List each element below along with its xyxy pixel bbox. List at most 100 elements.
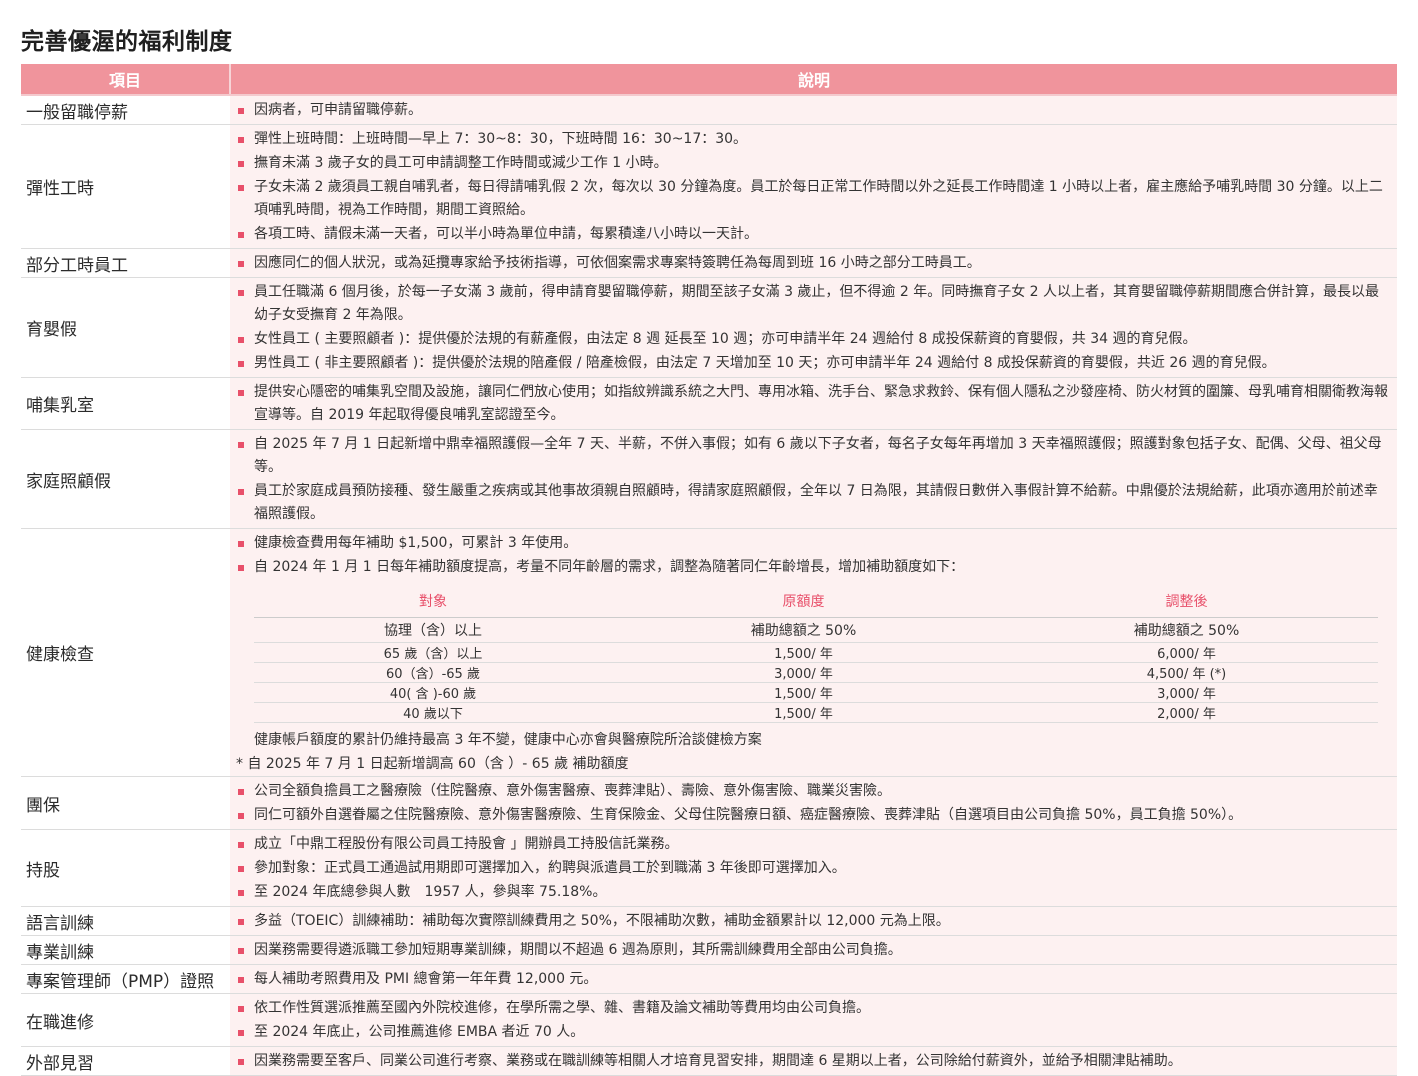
row-item-label: 持股 <box>21 829 230 907</box>
bullet-list: 員工任職滿 6 個月後，於每一子女滿 3 歲前，得申請育嬰留職停薪，期間至該子女… <box>236 281 1389 375</box>
bullet-item: 成立「中鼎工程股份有限公司員工持股會 」開辦員工持股信託業務。 <box>236 833 1389 856</box>
row-description: 多益（TOEIC）訓練補助：補助每次實際訓練費用之 50%，不限補助次數，補助金… <box>230 906 1397 936</box>
table-row: 持股 成立「中鼎工程股份有限公司員工持股會 」開辦員工持股信託業務。 參加對象：正式… <box>21 829 1397 907</box>
health-table-cell: 65 歲（含）以上 <box>254 642 612 663</box>
bullet-item: 撫育未滿 3 歲子女的員工可申請調整工作時間或減少工作 1 小時。 <box>236 152 1389 175</box>
health-table-header-cell: 原額度 <box>612 585 995 618</box>
health-table-cell: 1,500/ 年 <box>612 642 995 663</box>
row-description: 因業務需要至客戶、同業公司進行考察、業務或在職訓練等相關人才培育見習安排，期間達… <box>230 1046 1397 1076</box>
health-table-cell: 補助總額之 50% <box>612 617 995 643</box>
table-row: 育嬰假 員工任職滿 6 個月後，於每一子女滿 3 歲前，得申請育嬰留職停薪，期間至… <box>21 277 1397 378</box>
row-item-label: 家庭照顧假 <box>21 429 230 529</box>
row-description: 因應同仁的個人狀況，或為延攬專家給予技術指導，可依個案需求專案特簽聘任為每周到班… <box>230 248 1397 278</box>
health-table-cell: 協理（含）以上 <box>254 617 612 643</box>
health-table-cell: 40( 含 )-60 歲 <box>254 682 612 703</box>
bullet-item: 健康檢查費用每年補助 $1,500，可累計 3 年使用。 <box>236 532 1389 555</box>
page-title: 完善優渥的福利制度 <box>21 29 233 55</box>
bullet-item: 男性員工 ( 非主要照顧者 )：提供優於法規的陪產假 / 陪產檢假，由法定 7 … <box>236 352 1389 375</box>
health-table-cell: 1,500/ 年 <box>612 702 995 723</box>
bullet-list: 每人補助考照費用及 PMI 總會第一年年費 12,000 元。 <box>236 968 1389 991</box>
table-row: 外部見習 因業務需要至客戶、同業公司進行考察、業務或在職訓練等相關人才培育見習安排… <box>21 1046 1397 1076</box>
row-description: 公司全額負擔員工之醫療險（住院醫療、意外傷害醫療、喪葬津貼）、壽險、意外傷害險、… <box>230 776 1397 830</box>
page: 完善優渥的福利制度 項目 說明 一般留職停薪 因病者，可申請留職停薪。 彈性工時 彈性… <box>0 0 1418 1076</box>
bullet-item: 提供安心隱密的哺集乳空間及設施，讓同仁們放心使用；如指紋辨識系統之大門、專用冰箱… <box>236 381 1389 427</box>
row-item-label: 外部見習 <box>21 1046 230 1076</box>
bullet-list: 因業務需要至客戶、同業公司進行考察、業務或在職訓練等相關人才培育見習安排，期間達… <box>236 1050 1389 1073</box>
table-row: 哺集乳室 提供安心隱密的哺集乳空間及設施，讓同仁們放心使用；如指紋辨識系統之大門、… <box>21 377 1397 430</box>
row-item-label: 在職進修 <box>21 993 230 1047</box>
row-description: 依工作性質選派推薦至國內外院校進修，在學所需之學、雜、書籍及論文補助等費用均由公… <box>230 993 1397 1047</box>
bullet-list: 彈性上班時間：上班時間—早上 7：30~8：30，下班時間 16：30~17：3… <box>236 128 1389 246</box>
bullet-item: 依工作性質選派推薦至國內外院校進修，在學所需之學、雜、書籍及論文補助等費用均由公… <box>236 997 1389 1020</box>
bullet-item: 同仁可額外自選眷屬之住院醫療險、意外傷害醫療險、生育保險金、父母住院醫療日額、癌… <box>236 804 1389 827</box>
table-row: 彈性工時 彈性上班時間：上班時間—早上 7：30~8：30，下班時間 16：30~… <box>21 124 1397 249</box>
bullet-item: 女性員工 ( 主要照顧者 )：提供優於法規的有薪產假，由法定 8 週 延長至 1… <box>236 328 1389 351</box>
health-table-cell: 60（含）-65 歲 <box>254 662 612 683</box>
health-table-row: 40( 含 )-60 歲 1,500/ 年 3,000/ 年 <box>254 682 1378 703</box>
bullet-item: 至 2024 年底止，公司推薦進修 EMBA 者近 70 人。 <box>236 1021 1389 1044</box>
bullet-list: 因業務需要得遴派職工參加短期專業訓練，期間以不超過 6 週為原則，其所需訓練費用… <box>236 939 1389 962</box>
row-description: 自 2025 年 7 月 1 日起新增中鼎幸福照護假—全年 7 天、半薪，不併入… <box>230 429 1397 529</box>
bullet-item: 參加對象：正式員工通過試用期即可選擇加入，約聘與派遣員工於到職滿 3 年後即可選… <box>236 857 1389 880</box>
table-row: 語言訓練 多益（TOEIC）訓練補助：補助每次實際訓練費用之 50%，不限補助次數… <box>21 906 1397 936</box>
table-row: 健康檢查 健康檢查費用每年補助 $1,500，可累計 3 年使用。自 2024 年… <box>21 528 1397 777</box>
table-row: 專案管理師（PMP）證照 每人補助考照費用及 PMI 總會第一年年費 12,000… <box>21 964 1397 994</box>
row-description: 健康檢查費用每年補助 $1,500，可累計 3 年使用。自 2024 年 1 月… <box>230 528 1397 777</box>
health-table-header-cell: 對象 <box>254 585 612 618</box>
table-row: 專業訓練 因業務需要得遴派職工參加短期專業訓練，期間以不超過 6 週為原則，其所需… <box>21 935 1397 965</box>
header-item: 項目 <box>21 64 231 96</box>
bullet-item: 每人補助考照費用及 PMI 總會第一年年費 12,000 元。 <box>236 968 1389 991</box>
table-row: 在職進修 依工作性質選派推薦至國內外院校進修，在學所需之學、雜、書籍及論文補助等費… <box>21 993 1397 1047</box>
table-row: 一般留職停薪 因病者，可申請留職停薪。 <box>21 95 1397 125</box>
bullet-item: 各項工時、請假未滿一天者，可以半小時為單位申請，每累積達八小時以一天計。 <box>236 223 1389 246</box>
row-item-label: 團保 <box>21 776 230 830</box>
bullet-list: 因應同仁的個人狀況，或為延攬專家給予技術指導，可依個案需求專案特簽聘任為每周到班… <box>236 252 1389 275</box>
health-table-row: 協理（含）以上 補助總額之 50% 補助總額之 50% <box>254 617 1378 643</box>
row-item-label: 育嬰假 <box>21 277 230 378</box>
bullet-item: 員工於家庭成員預防接種、發生嚴重之疾病或其他事故須親自照顧時，得請家庭照顧假，全… <box>236 480 1389 526</box>
bullet-item: 自 2025 年 7 月 1 日起新增中鼎幸福照護假—全年 7 天、半薪，不併入… <box>236 433 1389 479</box>
health-table-cell: 6,000/ 年 <box>994 642 1378 663</box>
row-description: 員工任職滿 6 個月後，於每一子女滿 3 歲前，得申請育嬰留職停薪，期間至該子女… <box>230 277 1397 378</box>
row-item-label: 專業訓練 <box>21 935 230 965</box>
table-row: 家庭照顧假自 2025 年 7 月 1 日起新增中鼎幸福照護假—全年 7 天、半… <box>21 429 1397 529</box>
table-header-row: 項目 說明 <box>21 64 1397 96</box>
health-table-cell: 40 歲以下 <box>254 702 612 723</box>
bullet-item: 因應同仁的個人狀況，或為延攬專家給予技術指導，可依個案需求專案特簽聘任為每周到班… <box>236 252 1389 275</box>
bullet-item: 自 2024 年 1 月 1 日每年補助額度提高，考量不同年齡層的需求，調整為隨… <box>236 556 1389 579</box>
bullet-list: 多益（TOEIC）訓練補助：補助每次實際訓練費用之 50%，不限補助次數，補助金… <box>236 910 1389 933</box>
bullet-item: 多益（TOEIC）訓練補助：補助每次實際訓練費用之 50%，不限補助次數，補助金… <box>236 910 1389 933</box>
bullet-item: 子女未滿 2 歲須員工親自哺乳者，每日得請哺乳假 2 次，每次以 30 分鐘為度… <box>236 176 1389 222</box>
health-table-cell: 2,000/ 年 <box>994 702 1378 723</box>
bullet-item: 員工任職滿 6 個月後，於每一子女滿 3 歲前，得申請育嬰留職停薪，期間至該子女… <box>236 281 1389 327</box>
row-description: 每人補助考照費用及 PMI 總會第一年年費 12,000 元。 <box>230 964 1397 994</box>
row-item-label: 一般留職停薪 <box>21 95 230 125</box>
row-description: 因病者，可申請留職停薪。 <box>230 95 1397 125</box>
health-subsidy-table: 對象 原額度 調整後 協理（含）以上 補助總額之 50% 補助總額之 50% 65 歲（含）… <box>254 585 1378 723</box>
bullet-list: 因病者，可申請留職停薪。 <box>236 99 1389 122</box>
bullet-item: 因病者，可申請留職停薪。 <box>236 99 1389 122</box>
row-description: 成立「中鼎工程股份有限公司員工持股會 」開辦員工持股信託業務。 參加對象：正式員工… <box>230 829 1397 907</box>
row-description: 因業務需要得遴派職工參加短期專業訓練，期間以不超過 6 週為原則，其所需訓練費用… <box>230 935 1397 965</box>
health-table-cell: 3,000/ 年 <box>612 662 995 683</box>
row-description: 提供安心隱密的哺集乳空間及設施，讓同仁們放心使用；如指紋辨識系統之大門、專用冰箱… <box>230 377 1397 430</box>
health-table-cell: 4,500/ 年 (*) <box>994 662 1378 683</box>
row-item-label: 部分工時員工 <box>21 248 230 278</box>
bullet-item: 因業務需要至客戶、同業公司進行考察、業務或在職訓練等相關人才培育見習安排，期間達… <box>236 1050 1389 1073</box>
bullet-list: 自 2025 年 7 月 1 日起新增中鼎幸福照護假—全年 7 天、半薪，不併入… <box>236 433 1389 526</box>
bullet-list: 健康檢查費用每年補助 $1,500，可累計 3 年使用。自 2024 年 1 月… <box>236 532 1389 579</box>
health-table-cell: 1,500/ 年 <box>612 682 995 703</box>
health-table-row: 40 歲以下 1,500/ 年 2,000/ 年 <box>254 702 1378 723</box>
row-item-label: 語言訓練 <box>21 906 230 936</box>
bullet-item: 公司全額負擔員工之醫療險（住院醫療、意外傷害醫療、喪葬津貼）、壽險、意外傷害險、… <box>236 780 1389 803</box>
health-note: 健康帳戶額度的累計仍維持最高 3 年不變，健康中心亦會與醫療院所洽談健檢方案 <box>254 732 762 748</box>
row-item-label: 專案管理師（PMP）證照 <box>21 964 230 994</box>
table-row: 團保 公司全額負擔員工之醫療險（住院醫療、意外傷害醫療、喪葬津貼）、壽險、意外傷害… <box>21 776 1397 830</box>
bullet-list: 依工作性質選派推薦至國內外院校進修，在學所需之學、雜、書籍及論文補助等費用均由公… <box>236 997 1389 1044</box>
row-item-label: 彈性工時 <box>21 124 230 249</box>
table-row: 部分工時員工 因應同仁的個人狀況，或為延攬專家給予技術指導，可依個案需求專案特簽聘… <box>21 248 1397 278</box>
health-table-cell: 3,000/ 年 <box>994 682 1378 703</box>
bullet-list: 公司全額負擔員工之醫療險（住院醫療、意外傷害醫療、喪葬津貼）、壽險、意外傷害險、… <box>236 780 1389 827</box>
bullet-item: 因業務需要得遴派職工參加短期專業訓練，期間以不超過 6 週為原則，其所需訓練費用… <box>236 939 1389 962</box>
health-footnote: * 自 2025 年 7 月 1 日起新增調高 60（含 ）- 65 歲 補助額… <box>236 756 629 772</box>
